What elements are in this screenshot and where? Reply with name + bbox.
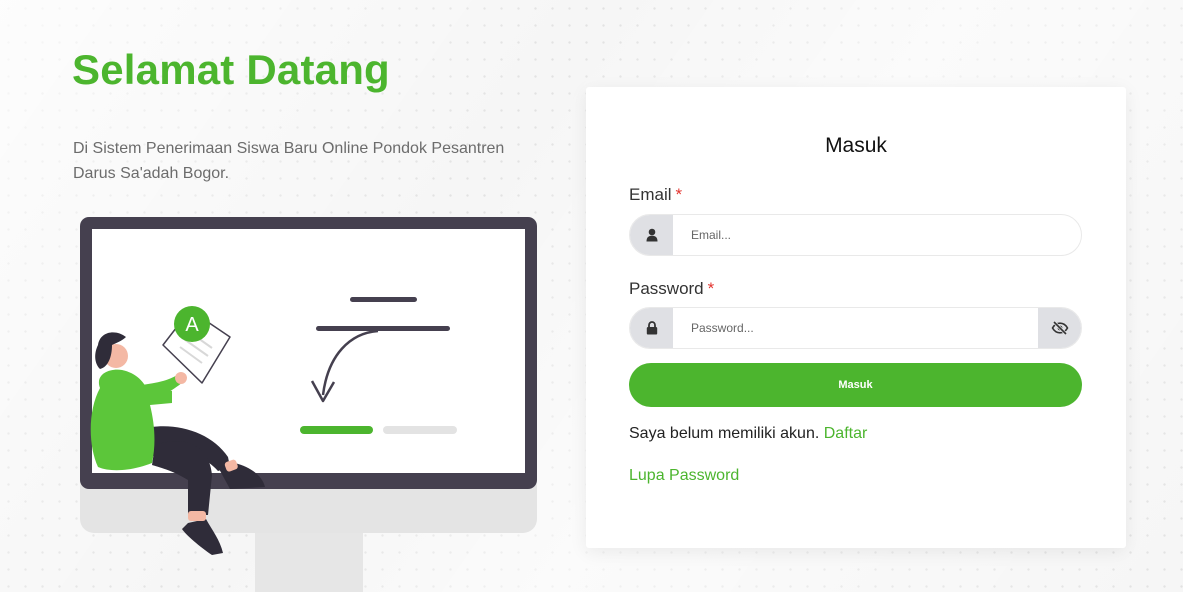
screen-line-short (350, 297, 417, 302)
monitor-stand (255, 530, 363, 592)
password-label: Password * (629, 279, 714, 299)
password-input[interactable] (673, 308, 1038, 348)
welcome-description: Di Sistem Penerimaan Siswa Baru Online P… (73, 140, 505, 182)
register-link[interactable]: Daftar (824, 425, 868, 442)
welcome-title: Selamat Datang (72, 46, 390, 93)
register-line: Saya belum memiliki akun. Daftar (629, 425, 867, 443)
email-required-mark: * (675, 185, 683, 204)
password-input-group (629, 307, 1082, 349)
register-prompt: Saya belum memiliki akun. (629, 425, 820, 442)
grade-badge-letter: A (185, 314, 199, 336)
login-title: Masuk (825, 134, 887, 157)
forgot-password-link[interactable]: Lupa Password (629, 467, 739, 485)
email-input[interactable] (673, 215, 1081, 255)
person-hand (175, 372, 187, 384)
lock-icon (630, 308, 673, 348)
login-card: Masuk Email* Password* Masuk Saya belum … (586, 87, 1126, 548)
screen-line-long (316, 326, 450, 331)
email-label-text: Email (629, 185, 672, 204)
email-label: Email * (629, 185, 682, 205)
password-label-text: Password (629, 279, 704, 298)
screen-green-bar (300, 426, 373, 434)
welcome-illustration: A (80, 217, 537, 592)
person-ankle (188, 511, 206, 521)
screen-gray-bar (383, 426, 457, 434)
login-submit-button[interactable]: Masuk (629, 363, 1082, 407)
user-icon (630, 215, 673, 255)
eye-slash-icon[interactable] (1038, 308, 1081, 348)
email-input-group (629, 214, 1082, 256)
password-required-mark: * (707, 279, 715, 298)
